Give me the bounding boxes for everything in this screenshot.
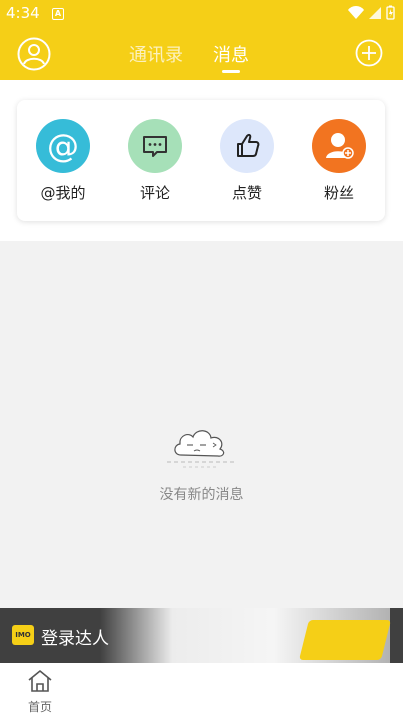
avatar-button[interactable] bbox=[17, 37, 51, 71]
category-comments[interactable]: 评论 bbox=[115, 119, 195, 209]
login-banner[interactable]: IMO馆 登录达人 bbox=[0, 608, 403, 663]
home-icon bbox=[28, 670, 52, 692]
thumbs-up-icon bbox=[220, 119, 274, 173]
category-at-me[interactable]: @ @我的 bbox=[23, 119, 103, 209]
svg-text:@: @ bbox=[47, 127, 79, 165]
tab-contacts[interactable]: 通讯录 bbox=[129, 41, 183, 67]
status-icons bbox=[347, 5, 397, 25]
message-category-card: @ @我的 评论 点赞 粉丝 bbox=[17, 100, 385, 221]
nav-home-label: 首页 bbox=[27, 700, 52, 714]
empty-message-text: 没有新的消息 bbox=[159, 487, 244, 503]
comment-icon bbox=[128, 119, 182, 173]
nav-overlay bbox=[100, 663, 390, 716]
category-label: 点赞 bbox=[231, 184, 262, 202]
cloud-icon bbox=[165, 421, 237, 473]
category-fans[interactable]: 粉丝 bbox=[299, 119, 379, 209]
add-button[interactable] bbox=[355, 39, 383, 67]
status-time: 4:34 bbox=[6, 4, 40, 22]
category-likes[interactable]: 点赞 bbox=[207, 119, 287, 209]
nav-home[interactable]: 首页 bbox=[15, 668, 65, 714]
user-avatar-icon bbox=[17, 37, 51, 71]
message-category-panel: @ @我的 评论 点赞 粉丝 bbox=[0, 80, 403, 241]
signal-icon bbox=[369, 7, 381, 19]
header-bar: 通讯录 消息 bbox=[0, 28, 403, 80]
message-list-empty: 没有新的消息 bbox=[0, 241, 403, 608]
active-tab-indicator bbox=[222, 70, 240, 73]
banner-login-button[interactable] bbox=[299, 620, 391, 660]
notification-a-icon: A bbox=[52, 8, 64, 20]
fans-icon bbox=[312, 119, 366, 173]
status-bar: 4:34 A bbox=[0, 0, 403, 28]
plus-circle-icon bbox=[355, 39, 383, 67]
battery-icon bbox=[386, 5, 395, 20]
banner-logo: IMO馆 bbox=[12, 625, 34, 645]
wifi-icon bbox=[348, 5, 364, 19]
category-label: @我的 bbox=[40, 184, 86, 202]
tab-messages[interactable]: 消息 bbox=[213, 41, 249, 67]
category-label: 粉丝 bbox=[323, 184, 354, 202]
category-label: 评论 bbox=[139, 184, 170, 202]
bottom-navigation: 首页 bbox=[0, 663, 403, 716]
at-icon: @ bbox=[36, 119, 90, 173]
